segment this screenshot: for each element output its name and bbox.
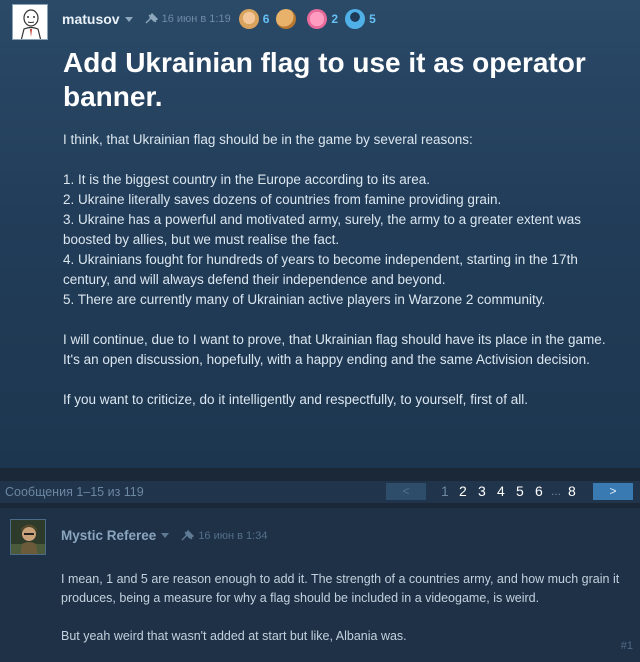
next-page-button[interactable]: > — [593, 483, 633, 500]
prev-page-button[interactable]: < — [386, 483, 426, 500]
reply-author-name[interactable]: Mystic Referee — [61, 528, 156, 543]
reply-author-row: Mystic Referee 16 июн в 1:34 — [61, 528, 267, 543]
soldier-avatar-icon — [11, 520, 45, 554]
op-author-row: matusov 16 июн в 1:19 6 2 5 — [62, 9, 380, 29]
original-post: matusov 16 июн в 1:19 6 2 5 Add Ukrainia… — [0, 0, 640, 468]
reply-post-number[interactable]: #1 — [621, 640, 633, 652]
op-author-name[interactable]: matusov — [62, 11, 120, 27]
medal-badge-icon[interactable] — [345, 9, 366, 29]
op-date: 16 июн в 1:19 — [161, 13, 231, 25]
page-link-5[interactable]: 5 — [516, 483, 524, 499]
op-reason-4: 4. Ukrainians fought for hundreds of yea… — [63, 252, 578, 287]
badge-count-medal: 5 — [369, 12, 376, 26]
piggy-badge-icon[interactable] — [307, 9, 328, 29]
op-avatar[interactable] — [12, 4, 48, 40]
pin-icon — [145, 13, 158, 24]
page-ellipsis: ... — [551, 484, 562, 498]
op-reason-3: 3. Ukraine has a powerful and motivated … — [63, 212, 581, 247]
baby-badge-icon[interactable] — [238, 9, 259, 29]
page-link-8[interactable]: 8 — [568, 483, 576, 499]
page-link-4[interactable]: 4 — [497, 483, 505, 499]
page-summary: Сообщения 1–15 из 119 — [5, 485, 144, 499]
op-reason-1: 1. It is the biggest country in the Euro… — [63, 172, 430, 187]
reply-paragraph-2: But yeah weird that wasn't added at star… — [61, 629, 407, 643]
op-reason-2: 2. Ukraine literally saves dozens of cou… — [63, 192, 502, 207]
pagination-bar: Сообщения 1–15 из 119 < 1 2 3 4 5 6 ... … — [0, 481, 640, 503]
cookie-badge-icon[interactable] — [276, 9, 297, 29]
author-dropdown-icon[interactable] — [124, 16, 133, 22]
reply-avatar[interactable] — [10, 519, 46, 555]
op-continue: I will continue, due to I want to prove,… — [63, 332, 606, 347]
thread-title: Add Ukrainian flag to use it as operator… — [63, 47, 586, 112]
reply-body: I mean, 1 and 5 are reason enough to add… — [61, 570, 631, 646]
op-criticize: If you want to criticize, do it intellig… — [63, 392, 528, 407]
badge-count-baby: 6 — [262, 12, 270, 26]
page-link-1[interactable]: 1 — [441, 483, 449, 499]
badge-count-piggy: 2 — [331, 12, 339, 26]
sketch-avatar-icon — [13, 5, 47, 39]
reply-author-dropdown-icon[interactable] — [161, 533, 170, 538]
op-intro: I think, that Ukrainian flag should be i… — [63, 132, 473, 147]
op-reason-5: 5. There are currently many of Ukrainian… — [63, 292, 546, 307]
page-link-2[interactable]: 2 — [459, 483, 467, 499]
reply-paragraph-1: I mean, 1 and 5 are reason enough to add… — [61, 572, 620, 605]
reply-pin-icon — [181, 529, 195, 540]
reply-date: 16 июн в 1:34 — [198, 529, 268, 542]
op-body: I think, that Ukrainian flag should be i… — [63, 130, 623, 410]
op-discussion: It's an open discussion, hopefully, with… — [63, 352, 590, 367]
page-link-3[interactable]: 3 — [478, 483, 486, 499]
reply-post: Mystic Referee 16 июн в 1:34 I mean, 1 a… — [0, 508, 640, 662]
page-link-6[interactable]: 6 — [535, 483, 543, 499]
